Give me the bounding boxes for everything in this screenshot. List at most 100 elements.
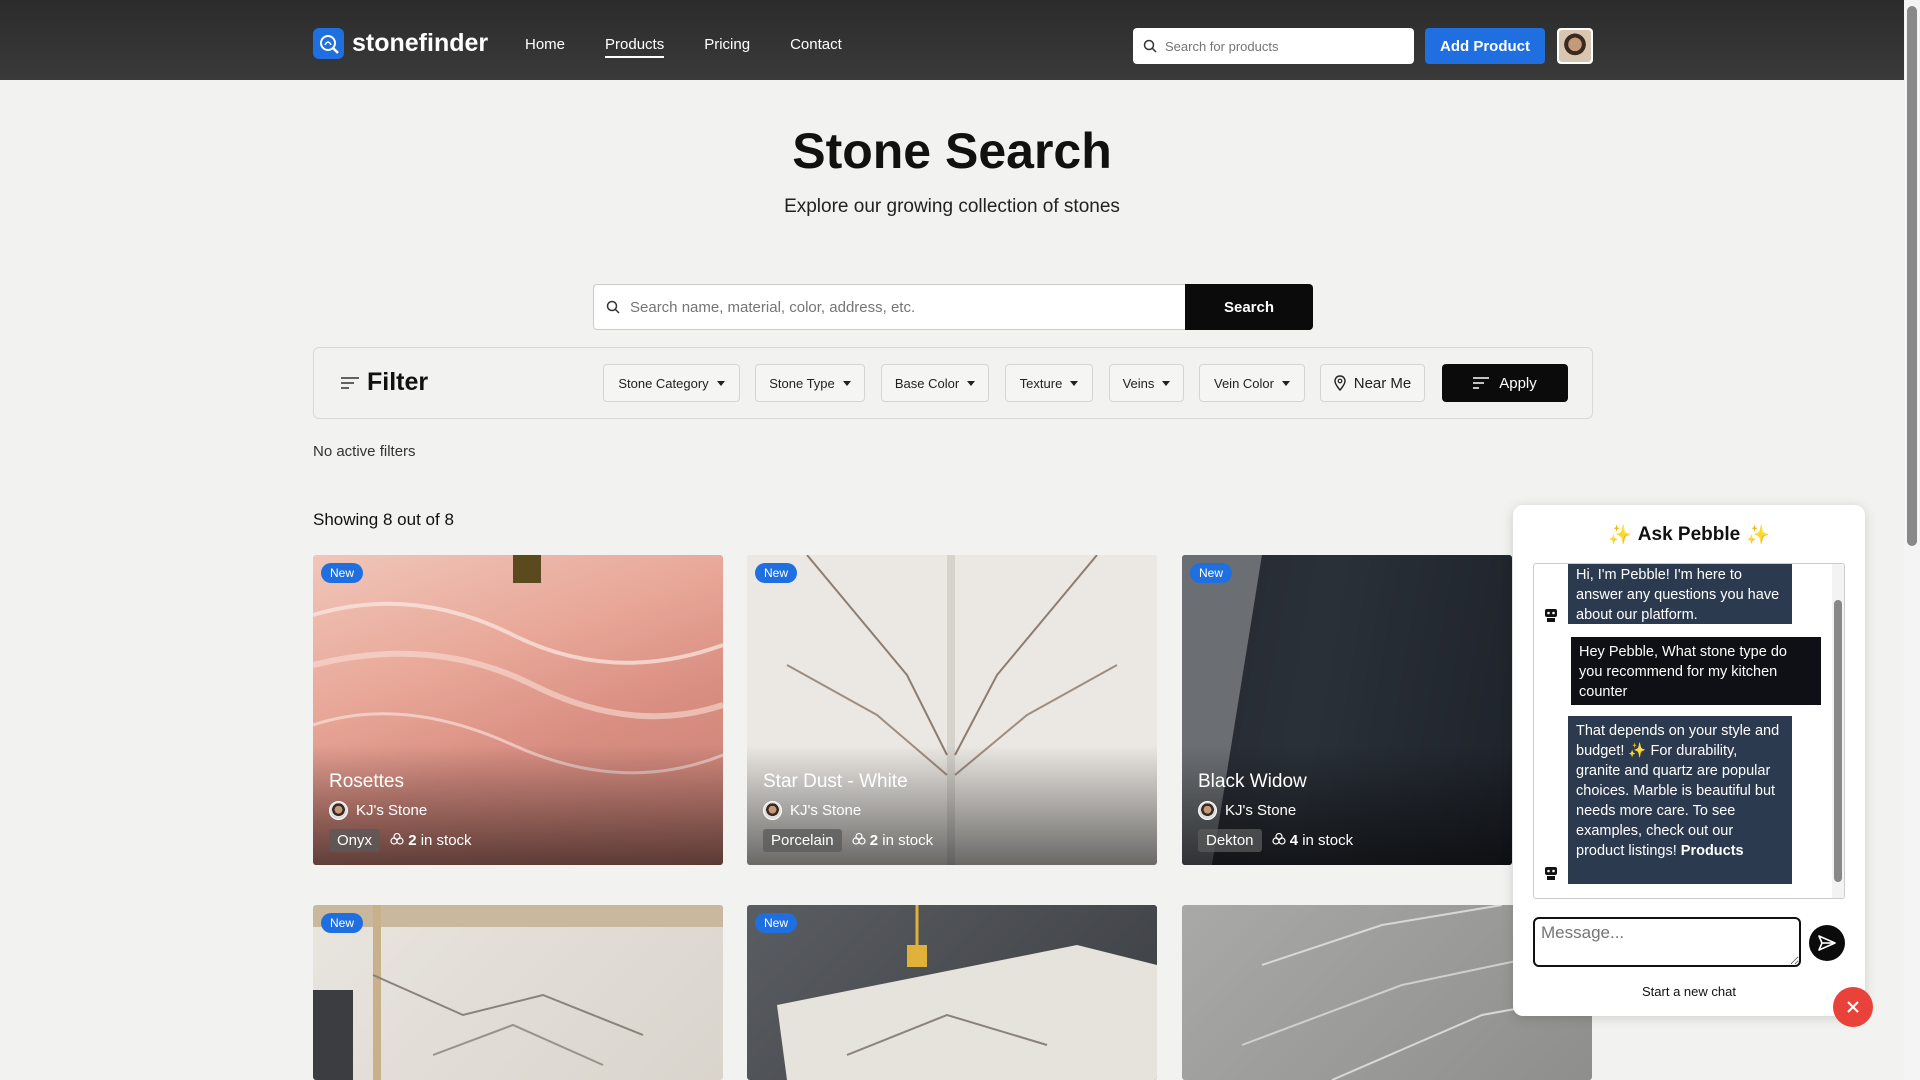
results-total: 8 <box>444 510 454 529</box>
chat-scrollbar[interactable] <box>1832 564 1844 898</box>
veins-dropdown[interactable]: Veins <box>1109 364 1184 402</box>
stone-texture-image <box>313 905 723 1080</box>
dropdown-label: Base Color <box>894 375 960 391</box>
new-badge: New <box>755 563 798 583</box>
stone-search-box[interactable] <box>593 284 1185 330</box>
search-icon <box>1143 39 1157 53</box>
dropdown-label: Stone Type <box>769 375 835 391</box>
product-card[interactable]: New Black Widow KJ's Stone Dekton 4 in s… <box>1182 555 1512 865</box>
nav-pricing[interactable]: Pricing <box>704 36 750 58</box>
close-chat-button[interactable] <box>1833 987 1873 1027</box>
apply-filters-button[interactable]: Apply <box>1442 364 1568 402</box>
page-scrollbar-thumb[interactable] <box>1907 6 1917 546</box>
product-card[interactable]: New <box>747 905 1157 1080</box>
nav-products[interactable]: Products <box>605 36 665 58</box>
product-name: Rosettes <box>329 771 404 792</box>
chat-message-input[interactable] <box>1533 917 1801 967</box>
new-chat-link[interactable]: Start a new chat <box>1513 984 1865 999</box>
brand-logo[interactable]: stonefinder <box>313 28 488 59</box>
filter-title: Filter <box>367 368 429 396</box>
seller-info[interactable]: KJ's Stone <box>763 801 861 820</box>
stone-type-dropdown[interactable]: Stone Type <box>755 364 865 402</box>
caret-down-icon <box>1070 380 1079 386</box>
product-meta: Dekton 4 in stock <box>1198 829 1353 852</box>
stock-count: 2 <box>869 832 879 849</box>
stock-info: 4 in stock <box>1271 832 1354 849</box>
seller-name: KJ's Stone <box>356 802 428 819</box>
location-pin-icon <box>1334 375 1346 391</box>
product-card[interactable]: New <box>313 905 723 1080</box>
product-card[interactable]: New Rosettes KJ's Stone Onyx 2 in stock <box>313 555 723 865</box>
user-avatar[interactable] <box>1557 28 1593 64</box>
header-search-input[interactable] <box>1165 38 1395 54</box>
stack-icon <box>1271 832 1286 845</box>
product-card[interactable]: New Star Dust - White KJ's Stone Porcela… <box>747 555 1157 865</box>
user-message: Hey Pebble, What stone type do you recom… <box>1571 637 1821 705</box>
results-prefix: Showing <box>313 510 379 529</box>
stock-count: 4 <box>1289 832 1299 849</box>
texture-dropdown[interactable]: Texture <box>1005 364 1093 402</box>
results-count: Showing 8 out of 8 <box>313 510 454 530</box>
caret-down-icon <box>842 380 851 386</box>
caret-down-icon <box>967 380 976 386</box>
chat-title: ✨ Ask Pebble ✨ <box>1513 523 1865 547</box>
robot-icon <box>1545 609 1557 622</box>
main-nav: Home Products Pricing Contact <box>525 36 842 58</box>
filter-lines-icon <box>1473 377 1490 389</box>
near-me-button[interactable]: Near Me <box>1320 364 1425 402</box>
products-link[interactable]: Products <box>1681 843 1744 859</box>
material-tag: Porcelain <box>763 829 842 852</box>
stack-icon <box>390 832 404 845</box>
seller-name: KJ's Stone <box>790 802 862 819</box>
base-color-dropdown[interactable]: Base Color <box>881 364 989 402</box>
chat-scrollbar-thumb[interactable] <box>1834 600 1842 882</box>
filter-lines-icon <box>341 376 359 389</box>
bot-message: Hi, I'm Pebble! I'm here to answer any q… <box>1568 564 1792 624</box>
nav-contact[interactable]: Contact <box>790 36 842 58</box>
material-tag: Onyx <box>329 829 381 852</box>
new-badge: New <box>755 913 798 933</box>
chat-title-text: Ask Pebble <box>1637 524 1741 545</box>
new-badge: New <box>321 563 364 583</box>
seller-avatar <box>1198 801 1217 820</box>
logo-icon <box>313 28 344 59</box>
stock-label: in stock <box>882 832 934 849</box>
stock-label: in stock <box>1302 832 1354 849</box>
bot-message: That depends on your style and budget! ✨… <box>1568 716 1792 884</box>
add-product-button[interactable]: Add Product <box>1425 28 1545 64</box>
dropdown-label: Veins <box>1122 375 1155 391</box>
seller-info[interactable]: KJ's Stone <box>329 801 427 820</box>
stone-texture-image <box>777 905 1157 1080</box>
header-search[interactable] <box>1133 28 1414 64</box>
nav-home[interactable]: Home <box>525 36 565 58</box>
search-button[interactable]: Search <box>1185 284 1313 330</box>
product-meta: Onyx 2 in stock <box>329 829 472 852</box>
sparkle-icon: ✨ <box>1608 525 1632 546</box>
product-name: Black Widow <box>1198 771 1307 792</box>
dropdown-label: Texture <box>1019 375 1063 391</box>
seller-avatar <box>763 801 782 820</box>
caret-down-icon <box>716 380 725 386</box>
new-badge: New <box>1190 563 1233 583</box>
results-shown: 8 <box>382 510 393 529</box>
seller-name: KJ's Stone <box>1225 802 1297 819</box>
page-title: Stone Search <box>792 123 1112 179</box>
stock-info: 2 in stock <box>851 832 934 849</box>
stone-search-input[interactable] <box>630 298 1170 316</box>
chat-messages[interactable]: Hi, I'm Pebble! I'm here to answer any q… <box>1533 563 1845 899</box>
stock-count: 2 <box>408 832 417 849</box>
robot-icon <box>1545 867 1557 880</box>
product-meta: Porcelain 2 in stock <box>763 829 933 852</box>
vein-color-dropdown[interactable]: Vein Color <box>1199 364 1305 402</box>
close-icon <box>1847 1001 1859 1013</box>
send-button[interactable] <box>1809 925 1845 961</box>
seller-avatar <box>329 801 348 820</box>
filter-heading: Filter <box>341 368 428 397</box>
caret-down-icon <box>1162 380 1171 386</box>
seller-info[interactable]: KJ's Stone <box>1198 801 1296 820</box>
stock-label: in stock <box>420 832 472 849</box>
stone-category-dropdown[interactable]: Stone Category <box>603 364 740 402</box>
brand-name: stonefinder <box>352 29 489 57</box>
sparkle-icon: ✨ <box>1746 525 1770 546</box>
product-name: Star Dust - White <box>763 771 908 792</box>
